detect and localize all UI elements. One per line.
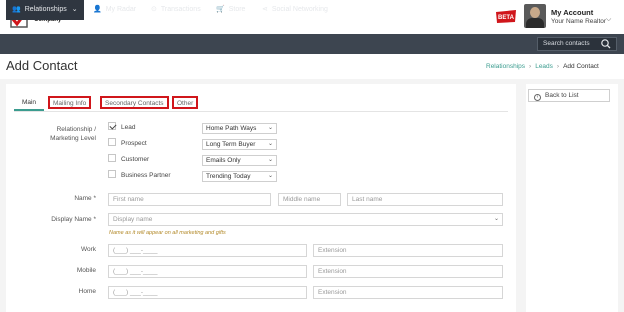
people-icon: 👥 [12,6,21,13]
chevron-down-icon: ⌄ [267,125,273,131]
marketing-select-prospect[interactable]: Long Term Buyer ⌄ [202,139,277,150]
work-phone-label: Work [80,246,96,253]
chevron-down-icon: ⌄ [267,173,273,179]
work-extension-input[interactable]: Extension [313,244,503,257]
mobile-phone-label: Mobile [76,267,96,274]
display-name-select[interactable]: Display name ⌄ [108,213,503,226]
page-title: Add Contact [6,58,78,73]
chevron-down-icon: ⌄ [493,216,499,222]
nav-label: Store [228,6,246,13]
checkbox-business-partner[interactable]: Business Partner [108,170,171,179]
search-icon[interactable] [600,38,612,50]
avatar-head [530,7,540,18]
tab-main[interactable]: Main [14,94,44,111]
back-arrow-icon: ‹ [534,94,541,101]
nav-item-my-radar[interactable]: 👤 My Radar [93,0,136,20]
nav-label: Transactions [160,6,201,13]
transactions-icon: ⊙ [151,6,157,13]
chevron-down-icon: ⌄ [267,141,273,147]
side-panel [526,84,618,312]
select-value: Long Term Buyer [206,141,256,148]
nav-label: Relationships [24,6,67,13]
tab-divider [14,111,508,112]
back-label: Back to List [545,92,579,99]
account-subtitle[interactable]: Your Name Realtor [551,18,606,25]
mobile-extension-input[interactable]: Extension [313,265,503,278]
display-name-placeholder: Display name [113,216,153,223]
select-value: Emails Only [206,157,241,164]
beta-badge: BETA [496,10,516,23]
avatar-body [526,18,544,28]
checkbox[interactable] [108,122,116,130]
mobile-phone-input[interactable]: (___) ___-____ [108,265,307,278]
tab-mailing-info[interactable]: Mailing Info [48,96,92,109]
home-phone-label: Home [78,288,96,295]
checkbox[interactable] [108,154,116,162]
middle-name-input[interactable]: Middle name [278,193,341,206]
checkbox[interactable] [108,138,116,146]
checkbox-label: Prospect [121,140,147,147]
checkbox-lead[interactable]: Lead [108,122,135,131]
marketing-select-customer[interactable]: Emails Only ⌄ [202,155,277,166]
tab-other[interactable]: Other [172,96,199,109]
nav-item-relationships[interactable]: 👥 Relationships ⌄ [6,0,84,20]
checkbox-customer[interactable]: Customer [108,154,149,163]
nav-item-transactions[interactable]: ⊙ Transactions [151,0,201,20]
nav-item-store[interactable]: 🛒 Store [216,0,245,20]
breadcrumb-current: Add Contact [563,63,599,70]
chevron-down-icon: ⌄ [267,157,273,163]
first-name-input[interactable]: First name [108,193,271,206]
checkbox[interactable] [108,170,116,178]
account-title[interactable]: My Account [551,8,593,17]
breadcrumb-separator: › [529,63,532,70]
chevron-down-icon[interactable]: ⌵ [606,16,611,24]
beta-label: BETA [498,15,515,21]
display-name-label: Display Name * [51,216,96,223]
last-name-input[interactable]: Last name [347,193,503,206]
display-name-hint: Name as it will appear on all marketing … [109,230,226,236]
select-value: Trending Today [206,173,251,180]
marketing-select-business-partner[interactable]: Trending Today ⌄ [202,171,277,182]
name-label: Name * [74,195,96,202]
work-phone-input[interactable]: (___) ___-____ [108,244,307,257]
tab-secondary-contacts[interactable]: Secondary Contacts [100,96,169,109]
nav-item-social-networking[interactable]: ⋖ Social Networking [262,0,328,20]
cart-icon: 🛒 [216,6,225,13]
nav-label: Social Networking [271,6,328,13]
checkbox-label: Business Partner [121,172,171,179]
breadcrumb-separator: › [556,63,560,70]
home-extension-input[interactable]: Extension [313,286,503,299]
nav-label: My Radar [105,6,137,13]
checkbox-label: Customer [121,156,150,163]
main-nav [0,34,624,54]
breadcrumb-link[interactable]: Relationships [486,63,525,70]
checkbox-prospect[interactable]: Prospect [108,138,147,147]
checkbox-label: Lead [121,124,136,131]
avatar[interactable] [524,4,546,28]
back-to-list-button[interactable]: ‹ Back to List [528,89,610,102]
home-phone-input[interactable]: (___) ___-____ [108,286,307,299]
share-icon: ⋖ [262,6,268,13]
marketing-level-label: Marketing Level [50,135,96,142]
breadcrumb-link[interactable]: Leads [535,63,553,70]
person-icon: 👤 [93,6,102,13]
marketing-select-lead[interactable]: Home Path Ways ⌄ [202,123,277,134]
breadcrumb: Relationships › Leads › Add Contact [486,63,599,70]
relationship-label: Relationship / [56,126,96,133]
chevron-down-icon: ⌄ [71,6,78,13]
select-value: Home Path Ways [206,125,257,132]
